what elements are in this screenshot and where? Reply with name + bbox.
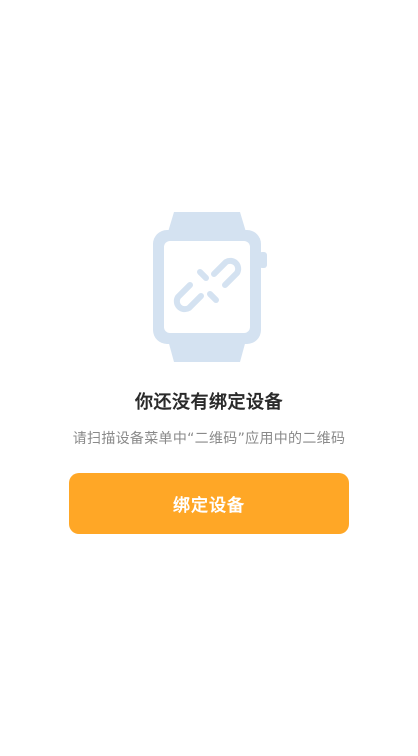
empty-state-title: 你还没有绑定设备 [135, 392, 283, 413]
empty-state-hint: 请扫描设备菜单中“二维码”应用中的二维码 [72, 431, 346, 447]
smartwatch-unlinked-icon [153, 212, 267, 362]
bind-device-button[interactable]: 绑定设备 [69, 473, 349, 534]
bind-device-screen: 你还没有绑定设备 请扫描设备菜单中“二维码”应用中的二维码 绑定设备 [0, 0, 418, 756]
